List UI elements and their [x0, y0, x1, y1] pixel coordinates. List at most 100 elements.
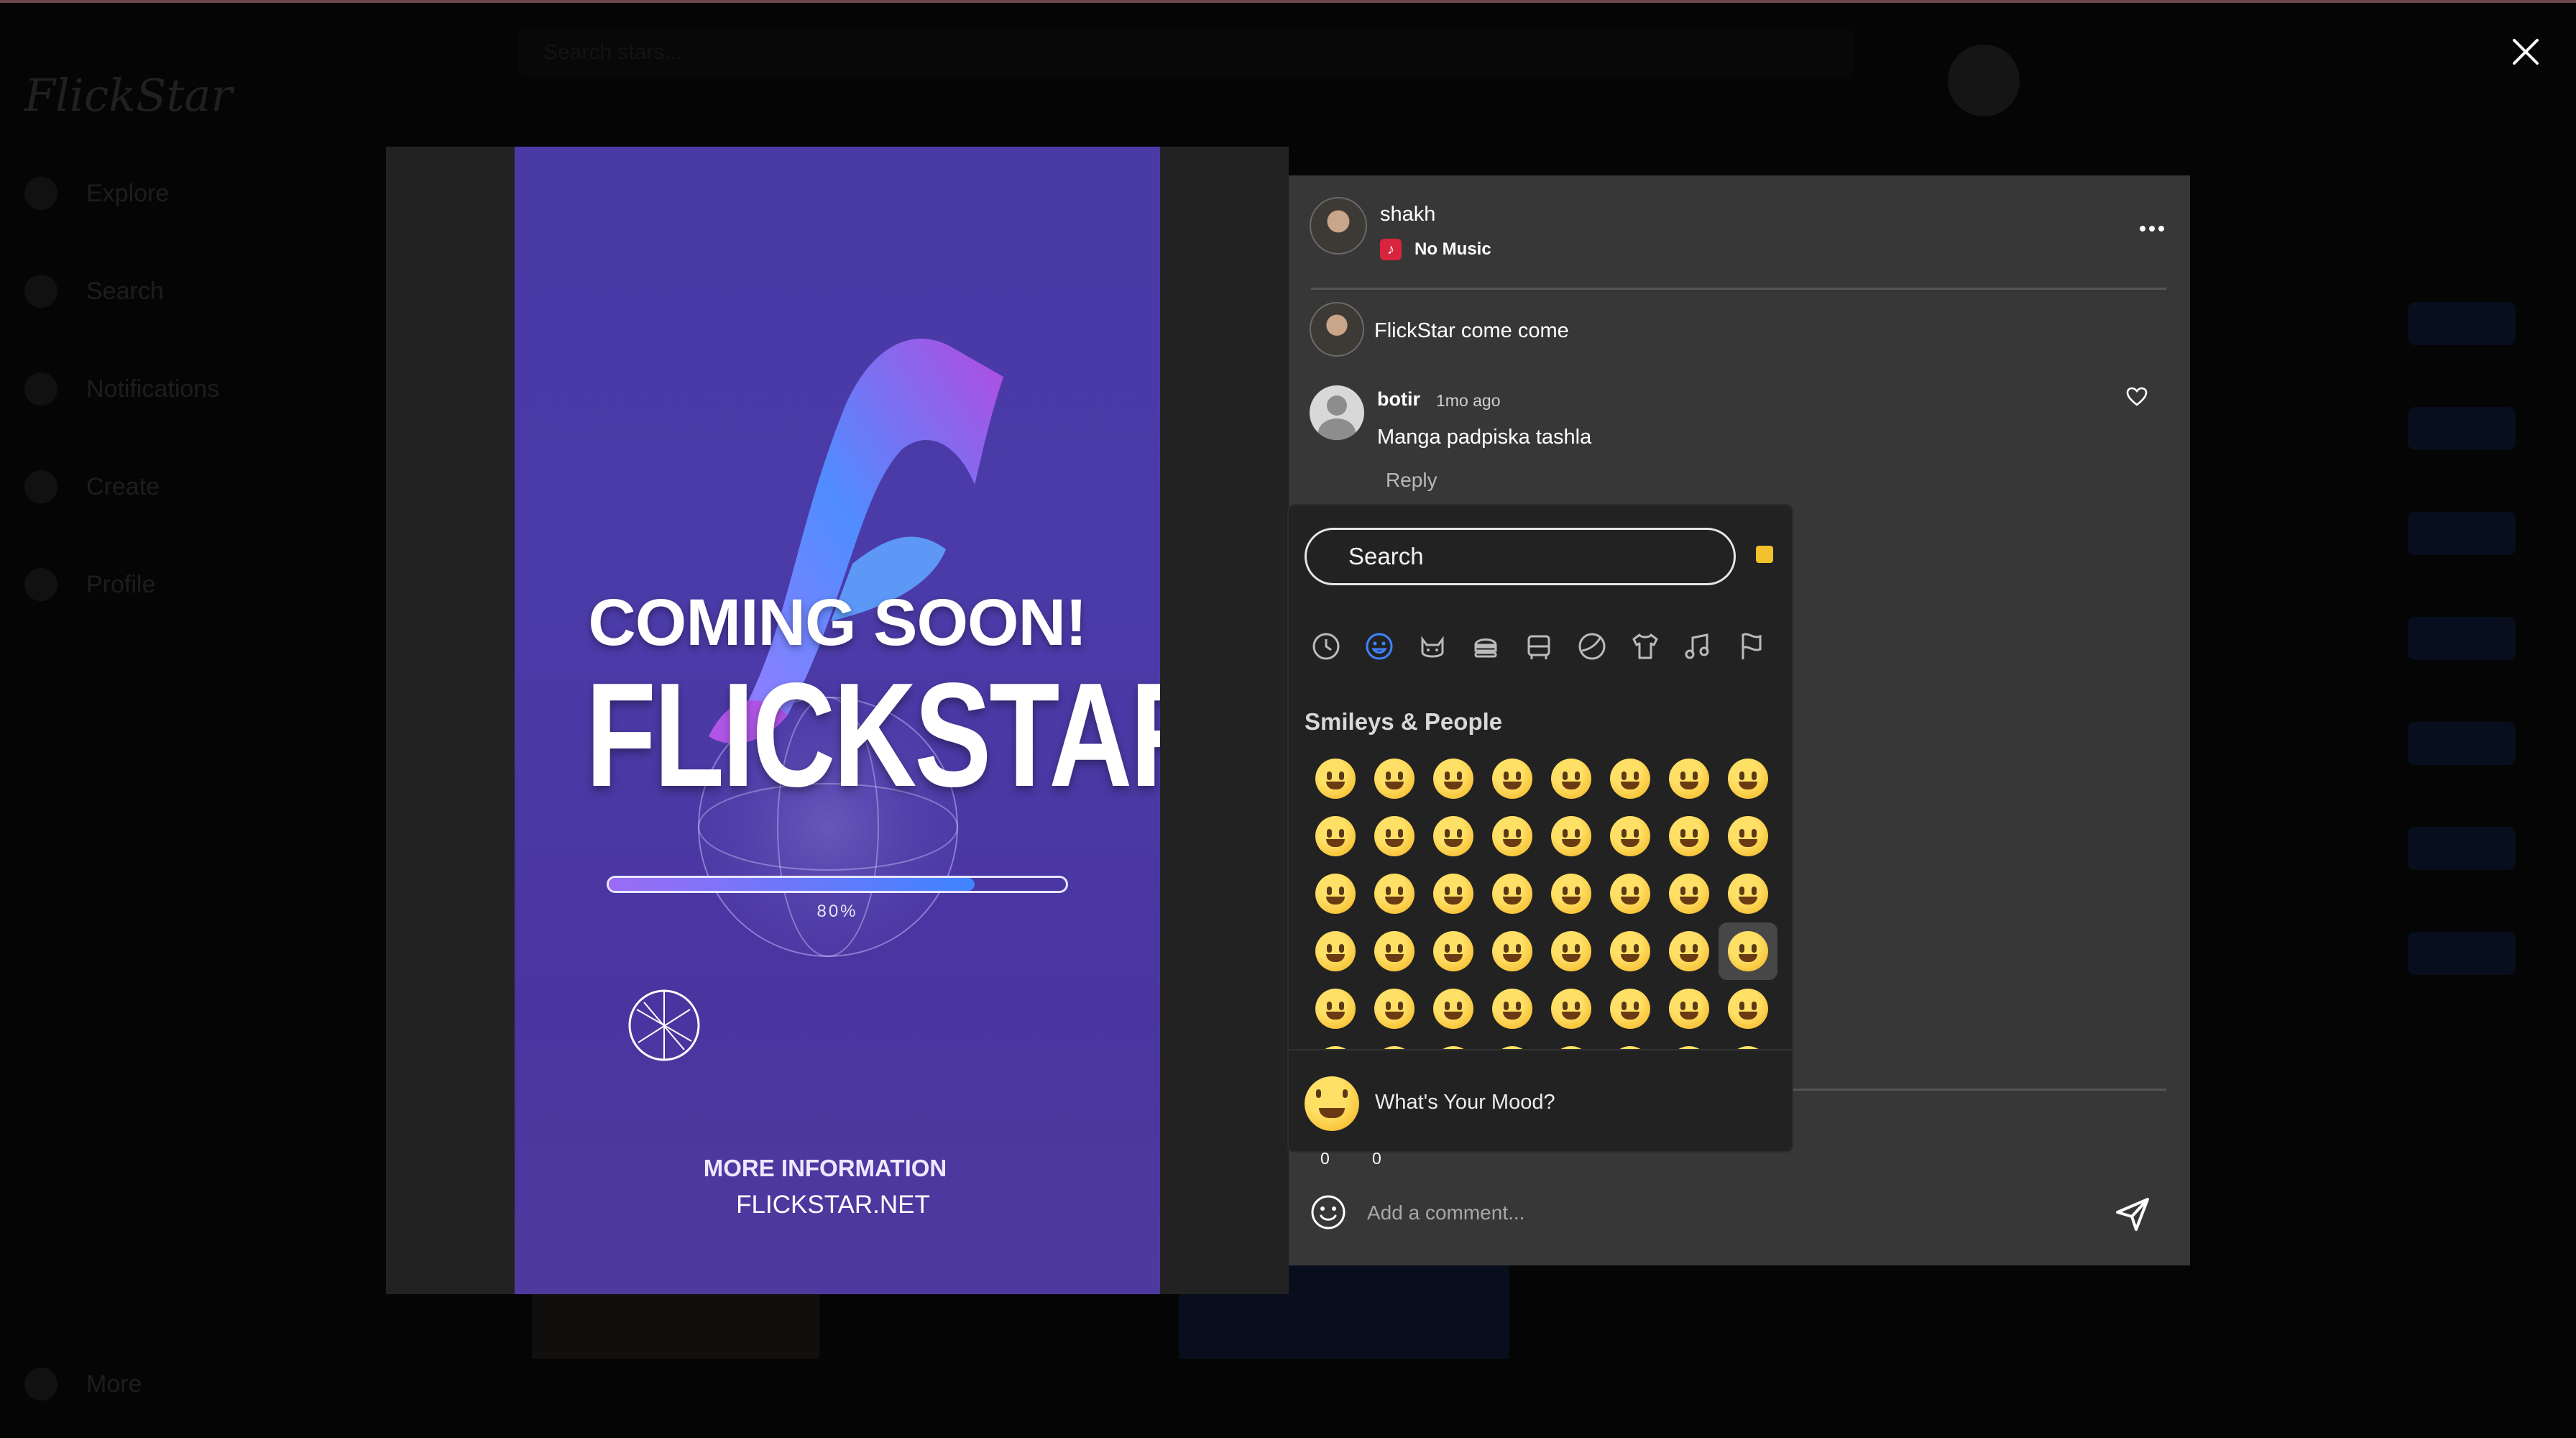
commenter-avatar[interactable]: [1310, 385, 1364, 440]
emoji-glyph: [1374, 874, 1414, 914]
activities-icon[interactable]: [1570, 625, 1614, 668]
send-icon[interactable]: [2115, 1196, 2150, 1232]
emoji-glyph: [1551, 874, 1591, 914]
comment-input[interactable]: [1366, 1196, 2015, 1229]
emoji-button[interactable]: [1365, 807, 1424, 865]
smileys-icon[interactable]: [1358, 625, 1401, 668]
flags-icon[interactable]: [1730, 625, 1773, 668]
emoji-button[interactable]: [1601, 750, 1660, 807]
emoji-button[interactable]: [1601, 807, 1660, 865]
emoji-mouth: [1503, 1012, 1522, 1020]
music-info[interactable]: ♪ No Music: [1380, 239, 1491, 260]
emoji-button[interactable]: [1542, 980, 1601, 1038]
emoji-search-input[interactable]: [1305, 528, 1736, 585]
emoji-mouth: [1503, 897, 1522, 905]
menu-icon: [24, 1368, 58, 1401]
post-media-poster: COMING SOON! FLICKSTAR 80% MORE INFORMAT…: [515, 147, 1160, 1294]
emoji-button[interactable]: [1424, 865, 1483, 922]
emoji-glyph: [1433, 816, 1473, 856]
author-avatar[interactable]: [1310, 197, 1367, 255]
emoji-button[interactable]: [1601, 980, 1660, 1038]
animals-icon[interactable]: [1411, 625, 1454, 668]
emoji-button[interactable]: [1719, 922, 1777, 980]
emoji-button[interactable]: [1542, 807, 1601, 865]
background-follow-button: [2408, 932, 2516, 975]
emoji-button[interactable]: [1306, 922, 1365, 980]
emoji-category-bar: [1305, 625, 1773, 668]
food-icon[interactable]: [1464, 625, 1507, 668]
plus-icon: [24, 470, 58, 503]
emoji-mouth: [1621, 782, 1639, 789]
explore-icon: [24, 177, 58, 210]
emoji-button[interactable]: [1719, 807, 1777, 865]
emoji-button[interactable]: [1483, 807, 1542, 865]
emoji-glyph: [1433, 989, 1473, 1029]
likes-count: 0: [1320, 1149, 1330, 1168]
emoji-mouth: [1562, 839, 1581, 847]
emoji-button[interactable]: [1306, 750, 1365, 807]
emoji-button[interactable]: [1306, 807, 1365, 865]
emoji-mouth: [1680, 1012, 1698, 1020]
nav-create: Create: [24, 462, 312, 512]
emoji-button[interactable]: [1660, 980, 1719, 1038]
emoji-mouth: [1385, 782, 1404, 789]
emoji-button[interactable]: [1483, 922, 1542, 980]
emoji-mouth: [1444, 839, 1463, 847]
emoji-button[interactable]: [1660, 750, 1719, 807]
emoji-button[interactable]: [1660, 922, 1719, 980]
emoji-mouth: [1562, 782, 1581, 789]
emoji-button[interactable]: [1483, 750, 1542, 807]
emoji-button[interactable]: [1542, 922, 1601, 980]
comment-time: 1mo ago: [1436, 391, 1501, 410]
emoji-button[interactable]: [1306, 980, 1365, 1038]
emoji-mouth: [1680, 782, 1698, 789]
emoji-mouth: [1444, 954, 1463, 962]
post-caption: FlickStar come come: [1374, 319, 1569, 342]
emoji-button[interactable]: [1660, 865, 1719, 922]
travel-icon[interactable]: [1517, 625, 1560, 668]
skin-tone-selector[interactable]: [1756, 546, 1773, 563]
close-icon[interactable]: [2506, 32, 2546, 72]
emoji-mouth: [1621, 897, 1639, 905]
emoji-glyph: [1610, 759, 1650, 799]
emoji-button[interactable]: [1719, 865, 1777, 922]
emoji-button[interactable]: [1542, 750, 1601, 807]
emoji-button[interactable]: [1306, 865, 1365, 922]
more-options-icon[interactable]: [2138, 220, 2166, 237]
emoji-button[interactable]: [1601, 922, 1660, 980]
emoji-button[interactable]: [1660, 807, 1719, 865]
emoji-glyph: [1669, 874, 1709, 914]
emoji-button[interactable]: [1365, 865, 1424, 922]
emoji-button[interactable]: [1601, 865, 1660, 922]
emoji-button[interactable]: [1424, 807, 1483, 865]
emoji-button[interactable]: [1365, 980, 1424, 1038]
emoji-button[interactable]: [1483, 865, 1542, 922]
emoji-button[interactable]: [1424, 980, 1483, 1038]
emoji-button[interactable]: [1365, 922, 1424, 980]
reply-button[interactable]: Reply: [1386, 469, 1438, 492]
emoji-button[interactable]: [1365, 750, 1424, 807]
author-name[interactable]: shakh: [1380, 203, 1435, 226]
like-comment-heart-icon[interactable]: [2126, 387, 2148, 407]
emoji-glyph: [1728, 874, 1768, 914]
emoji-glyph: [1610, 989, 1650, 1029]
symbols-icon[interactable]: [1677, 625, 1720, 668]
emoji-glyph: [1492, 931, 1532, 971]
emoji-glyph: [1669, 759, 1709, 799]
emoji-button[interactable]: [1483, 980, 1542, 1038]
emoji-button[interactable]: [1424, 750, 1483, 807]
emoji-grid: [1306, 750, 1777, 1038]
emoji-button[interactable]: [1719, 980, 1777, 1038]
emoji-button[interactable]: [1719, 750, 1777, 807]
emoji-glyph: [1374, 759, 1414, 799]
comment-username[interactable]: botir: [1377, 388, 1420, 411]
objects-icon[interactable]: [1624, 625, 1667, 668]
header-divider: [1311, 288, 2166, 290]
background-follow-button: [2408, 827, 2516, 870]
recent-icon[interactable]: [1305, 625, 1348, 668]
emoji-button[interactable]: [1424, 922, 1483, 980]
emoji-mouth: [1503, 839, 1522, 847]
background-photo: [532, 1287, 819, 1359]
emoji-toggle-icon[interactable]: [1310, 1194, 1347, 1231]
emoji-button[interactable]: [1542, 865, 1601, 922]
